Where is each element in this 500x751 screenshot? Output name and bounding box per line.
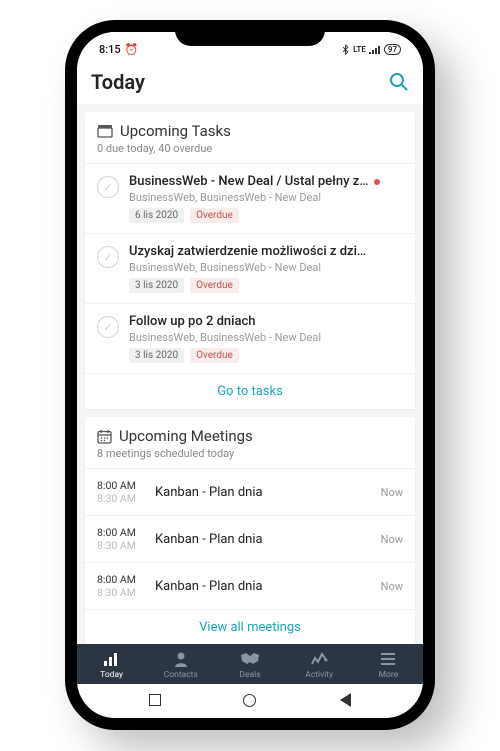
task-row[interactable]: ✓ Uzyskaj zatwierdzenie możliwości z dzi… — [85, 234, 415, 304]
bluetooth-icon — [341, 44, 350, 55]
tasks-title: Upcoming Tasks — [120, 122, 231, 140]
handshake-icon — [239, 650, 261, 668]
meeting-start: 8:00 AM — [97, 573, 143, 586]
nav-today[interactable]: Today — [77, 650, 146, 680]
android-home-button[interactable] — [242, 692, 258, 708]
meeting-end: 8:30 AM — [97, 492, 143, 505]
meeting-end: 8:30 AM — [97, 539, 143, 552]
task-date-tag: 6 lis 2020 — [129, 208, 184, 223]
battery-icon: 97 — [384, 44, 401, 55]
meeting-badge: Now — [381, 533, 403, 546]
content-scroll[interactable]: Upcoming Tasks 0 due today, 40 overdue ✓… — [77, 104, 423, 644]
task-row[interactable]: ✓ Follow up po 2 dniach BusinessWeb, Bus… — [85, 304, 415, 374]
nav-deals[interactable]: Deals — [215, 650, 284, 680]
meeting-badge: Now — [381, 486, 403, 499]
meetings-title: Upcoming Meetings — [119, 427, 253, 445]
task-title: BusinessWeb - New Deal / Ustal pełny z… — [129, 174, 368, 189]
meeting-row[interactable]: 8:00 AM 8:30 AM Kanban - Plan dnia Now — [85, 469, 415, 516]
status-time: 8:15 — [99, 43, 121, 56]
header: Today — [77, 62, 423, 104]
task-title: Uzyskaj zatwierdzenie możliwości z dzi… — [129, 244, 366, 259]
page-title: Today — [91, 70, 145, 94]
meeting-row[interactable]: 8:00 AM 8:30 AM Kanban - Plan dnia Now — [85, 563, 415, 610]
android-back-button[interactable] — [337, 692, 353, 708]
activity-icon — [310, 650, 328, 668]
meetings-subtitle: 8 meetings scheduled today — [97, 447, 403, 460]
nav-activity[interactable]: Activity — [285, 650, 354, 680]
flag-dot-icon — [374, 179, 380, 185]
nav-label: Today — [100, 670, 123, 680]
task-status-tag: Overdue — [190, 208, 239, 223]
network-label: LTE — [353, 45, 366, 54]
nav-label: Deals — [239, 670, 260, 680]
tasks-section: Upcoming Tasks 0 due today, 40 overdue ✓… — [85, 112, 415, 409]
phone-frame: 8:15 ⏰ LTE 97 Today — [65, 20, 435, 730]
task-date-tag: 3 lis 2020 — [129, 278, 184, 293]
screen: 8:15 ⏰ LTE 97 Today — [77, 32, 423, 718]
nav-label: More — [379, 670, 399, 680]
meeting-title: Kanban - Plan dnia — [155, 532, 369, 547]
tasks-subtitle: 0 due today, 40 overdue — [97, 142, 403, 155]
meeting-badge: Now — [381, 580, 403, 593]
android-nav-bar — [77, 684, 423, 718]
meetings-section: Upcoming Meetings 8 meetings scheduled t… — [85, 417, 415, 644]
meeting-start: 8:00 AM — [97, 479, 143, 492]
go-to-tasks-link[interactable]: Go to tasks — [85, 374, 415, 409]
task-status-tag: Overdue — [190, 278, 239, 293]
meetings-header: Upcoming Meetings 8 meetings scheduled t… — [85, 417, 415, 469]
meeting-title: Kanban - Plan dnia — [155, 579, 369, 594]
signal-icon — [369, 45, 381, 54]
person-icon — [173, 650, 189, 668]
meeting-row[interactable]: 8:00 AM 8:30 AM Kanban - Plan dnia Now — [85, 516, 415, 563]
task-title: Follow up po 2 dniach — [129, 314, 255, 329]
task-subtitle: BusinessWeb, BusinessWeb - New Deal — [129, 331, 403, 344]
android-recent-button[interactable] — [147, 692, 163, 708]
task-subtitle: BusinessWeb, BusinessWeb - New Deal — [129, 261, 403, 274]
calendar-icon — [97, 429, 112, 444]
meeting-title: Kanban - Plan dnia — [155, 485, 369, 500]
task-check-icon[interactable]: ✓ — [97, 246, 119, 268]
tasks-header: Upcoming Tasks 0 due today, 40 overdue — [85, 112, 415, 164]
search-icon[interactable] — [389, 72, 409, 92]
task-check-icon[interactable]: ✓ — [97, 316, 119, 338]
nav-more[interactable]: More — [354, 650, 423, 680]
view-all-meetings-link[interactable]: View all meetings — [85, 610, 415, 644]
task-row[interactable]: ✓ BusinessWeb - New Deal / Ustal pełny z… — [85, 164, 415, 234]
nav-label: Contacts — [164, 670, 198, 680]
tasks-icon — [97, 124, 113, 138]
bars-icon — [103, 650, 121, 668]
meeting-start: 8:00 AM — [97, 526, 143, 539]
task-subtitle: BusinessWeb, BusinessWeb - New Deal — [129, 191, 403, 204]
meeting-end: 8:30 AM — [97, 586, 143, 599]
bottom-nav: Today Contacts Deals Activity — [77, 644, 423, 684]
nav-contacts[interactable]: Contacts — [146, 650, 215, 680]
menu-icon — [380, 650, 396, 668]
task-check-icon[interactable]: ✓ — [97, 176, 119, 198]
task-date-tag: 3 lis 2020 — [129, 348, 184, 363]
nav-label: Activity — [305, 670, 333, 680]
task-status-tag: Overdue — [190, 348, 239, 363]
notch — [175, 20, 325, 46]
alarm-icon: ⏰ — [125, 43, 139, 56]
